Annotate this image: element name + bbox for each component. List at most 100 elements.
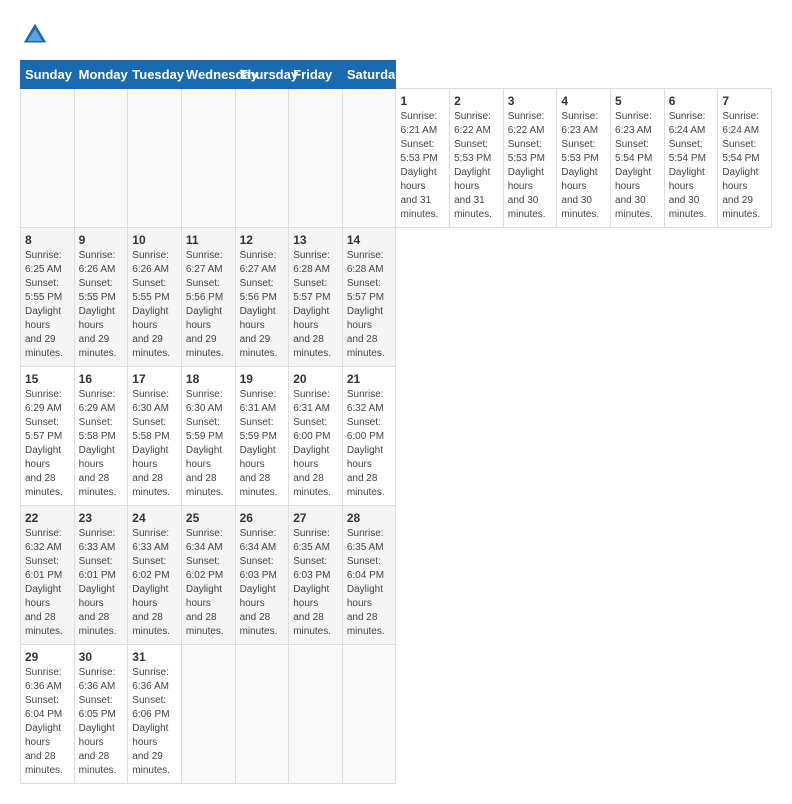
calendar-cell: 14 Sunrise: 6:28 AMSunset: 5:57 PMDayligh… (342, 228, 396, 367)
day-number: 1 (400, 94, 445, 108)
calendar-cell (74, 89, 128, 228)
day-number: 15 (25, 372, 70, 386)
cell-content: Sunrise: 6:33 AMSunset: 6:02 PMDaylight … (132, 527, 177, 639)
header-saturday: Saturday (342, 61, 396, 89)
cell-content: Sunrise: 6:29 AMSunset: 5:58 PMDaylight … (79, 388, 124, 500)
header-thursday: Thursday (235, 61, 289, 89)
calendar-cell: 22Sunrise: 6:32 AMSunset: 6:01 PMDayligh… (21, 506, 75, 645)
calendar-cell (181, 645, 235, 784)
day-number: 19 (240, 372, 285, 386)
cell-content: Sunrise: 6:32 AMSunset: 6:00 PMDaylight … (347, 388, 392, 500)
cell-content: Sunrise: 6:26 AMSunset: 5:55 PMDaylight … (132, 249, 177, 361)
page-header (20, 20, 772, 50)
day-number: 29 (25, 650, 70, 664)
header-friday: Friday (289, 61, 343, 89)
calendar-cell: 21Sunrise: 6:32 AMSunset: 6:00 PMDayligh… (342, 367, 396, 506)
day-number: 20 (293, 372, 338, 386)
calendar-cell: 9 Sunrise: 6:26 AMSunset: 5:55 PMDaylight… (74, 228, 128, 367)
day-number: 22 (25, 511, 70, 525)
calendar-cell: 1 Sunrise: 6:21 AMSunset: 5:53 PMDaylight… (396, 89, 450, 228)
calendar-cell (235, 89, 289, 228)
calendar-cell: 27Sunrise: 6:35 AMSunset: 6:03 PMDayligh… (289, 506, 343, 645)
calendar-cell (181, 89, 235, 228)
cell-content: Sunrise: 6:23 AMSunset: 5:54 PMDaylight … (615, 110, 660, 222)
cell-content: Sunrise: 6:30 AMSunset: 5:59 PMDaylight … (186, 388, 231, 500)
cell-content: Sunrise: 6:23 AMSunset: 5:53 PMDaylight … (561, 110, 606, 222)
day-number: 12 (240, 233, 285, 247)
cell-content: Sunrise: 6:26 AMSunset: 5:55 PMDaylight … (79, 249, 124, 361)
day-number: 4 (561, 94, 606, 108)
calendar-cell: 3Sunrise: 6:22 AMSunset: 5:53 PMDaylight… (503, 89, 557, 228)
cell-content: Sunrise: 6:36 AMSunset: 6:04 PMDaylight … (25, 666, 70, 778)
day-number: 11 (186, 233, 231, 247)
calendar-cell: 26Sunrise: 6:34 AMSunset: 6:03 PMDayligh… (235, 506, 289, 645)
day-number: 28 (347, 511, 392, 525)
calendar-cell: 28 Sunrise: 6:35 AMSunset: 6:04 PMDayligh… (342, 506, 396, 645)
header-monday: Monday (74, 61, 128, 89)
calendar-cell (21, 89, 75, 228)
cell-content: Sunrise: 6:35 AMSunset: 6:04 PMDaylight … (347, 527, 392, 639)
calendar-cell: 29 Sunrise: 6:36 AMSunset: 6:04 PMDayligh… (21, 645, 75, 784)
calendar-cell (289, 645, 343, 784)
cell-content: Sunrise: 6:34 AMSunset: 6:02 PMDaylight … (186, 527, 231, 639)
day-number: 9 (79, 233, 124, 247)
cell-content: Sunrise: 6:28 AMSunset: 5:57 PMDaylight … (347, 249, 392, 361)
day-number: 2 (454, 94, 499, 108)
calendar-cell: 19 Sunrise: 6:31 AMSunset: 5:59 PMDayligh… (235, 367, 289, 506)
header-wednesday: Wednesday (181, 61, 235, 89)
cell-content: Sunrise: 6:22 AMSunset: 5:53 PMDaylight … (454, 110, 499, 222)
logo-icon (20, 20, 50, 50)
calendar-table: SundayMondayTuesdayWednesdayThursdayFrid… (20, 60, 772, 784)
day-number: 13 (293, 233, 338, 247)
day-number: 31 (132, 650, 177, 664)
calendar-header-row: SundayMondayTuesdayWednesdayThursdayFrid… (21, 61, 772, 89)
cell-content: Sunrise: 6:36 AMSunset: 6:05 PMDaylight … (79, 666, 124, 778)
calendar-cell: 2 Sunrise: 6:22 AMSunset: 5:53 PMDaylight… (450, 89, 504, 228)
day-number: 30 (79, 650, 124, 664)
calendar-cell: 12 Sunrise: 6:27 AMSunset: 5:56 PMDayligh… (235, 228, 289, 367)
calendar-cell: 16 Sunrise: 6:29 AMSunset: 5:58 PMDayligh… (74, 367, 128, 506)
calendar-cell (235, 645, 289, 784)
day-number: 25 (186, 511, 231, 525)
cell-content: Sunrise: 6:27 AMSunset: 5:56 PMDaylight … (186, 249, 231, 361)
cell-content: Sunrise: 6:25 AMSunset: 5:55 PMDaylight … (25, 249, 70, 361)
calendar-week-row: 8 Sunrise: 6:25 AMSunset: 5:55 PMDaylight… (21, 228, 772, 367)
cell-content: Sunrise: 6:21 AMSunset: 5:53 PMDaylight … (400, 110, 445, 222)
calendar-cell: 18Sunrise: 6:30 AMSunset: 5:59 PMDayligh… (181, 367, 235, 506)
day-number: 14 (347, 233, 392, 247)
day-number: 7 (722, 94, 767, 108)
calendar-cell: 10 Sunrise: 6:26 AMSunset: 5:55 PMDayligh… (128, 228, 182, 367)
calendar-cell: 25 Sunrise: 6:34 AMSunset: 6:02 PMDayligh… (181, 506, 235, 645)
header-sunday: Sunday (21, 61, 75, 89)
day-number: 23 (79, 511, 124, 525)
day-number: 10 (132, 233, 177, 247)
calendar-cell: 5 Sunrise: 6:23 AMSunset: 5:54 PMDaylight… (611, 89, 665, 228)
cell-content: Sunrise: 6:31 AMSunset: 5:59 PMDaylight … (240, 388, 285, 500)
calendar-cell: 31 Sunrise: 6:36 AMSunset: 6:06 PMDayligh… (128, 645, 182, 784)
day-number: 6 (669, 94, 714, 108)
cell-content: Sunrise: 6:24 AMSunset: 5:54 PMDaylight … (669, 110, 714, 222)
calendar-week-row: 15Sunrise: 6:29 AMSunset: 5:57 PMDayligh… (21, 367, 772, 506)
day-number: 17 (132, 372, 177, 386)
calendar-week-row: 22Sunrise: 6:32 AMSunset: 6:01 PMDayligh… (21, 506, 772, 645)
day-number: 5 (615, 94, 660, 108)
day-number: 3 (508, 94, 553, 108)
calendar-cell (289, 89, 343, 228)
cell-content: Sunrise: 6:27 AMSunset: 5:56 PMDaylight … (240, 249, 285, 361)
calendar-cell: 23Sunrise: 6:33 AMSunset: 6:01 PMDayligh… (74, 506, 128, 645)
calendar-cell: 11 Sunrise: 6:27 AMSunset: 5:56 PMDayligh… (181, 228, 235, 367)
cell-content: Sunrise: 6:28 AMSunset: 5:57 PMDaylight … (293, 249, 338, 361)
calendar-cell: 8 Sunrise: 6:25 AMSunset: 5:55 PMDaylight… (21, 228, 75, 367)
cell-content: Sunrise: 6:36 AMSunset: 6:06 PMDaylight … (132, 666, 177, 778)
calendar-cell (128, 89, 182, 228)
day-number: 16 (79, 372, 124, 386)
calendar-cell (342, 89, 396, 228)
day-number: 8 (25, 233, 70, 247)
calendar-cell: 30 Sunrise: 6:36 AMSunset: 6:05 PMDayligh… (74, 645, 128, 784)
day-number: 27 (293, 511, 338, 525)
header-tuesday: Tuesday (128, 61, 182, 89)
logo (20, 20, 54, 50)
calendar-cell: 13 Sunrise: 6:28 AMSunset: 5:57 PMDayligh… (289, 228, 343, 367)
calendar-cell: 7Sunrise: 6:24 AMSunset: 5:54 PMDaylight… (718, 89, 772, 228)
day-number: 26 (240, 511, 285, 525)
